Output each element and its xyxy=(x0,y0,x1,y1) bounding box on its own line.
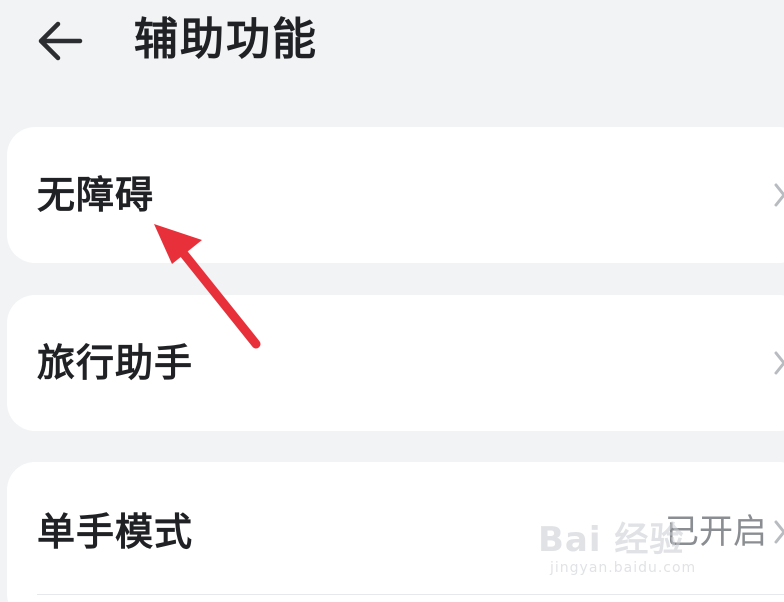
back-arrow-icon xyxy=(30,14,94,68)
status-value: 已开启 xyxy=(665,512,767,552)
settings-item-label: 旅行助手 xyxy=(37,341,194,385)
chevron-right-icon xyxy=(773,519,784,545)
chevron-right-icon xyxy=(773,350,784,376)
settings-item-travel-assistant[interactable]: 旅行助手 xyxy=(7,295,784,431)
settings-item-label: 无障碍 xyxy=(37,173,155,217)
settings-item-one-handed-mode[interactable]: 单手模式 已开启 xyxy=(7,462,784,602)
settings-item-label: 单手模式 xyxy=(37,510,194,554)
settings-item-accessibility[interactable]: 无障碍 xyxy=(7,127,784,263)
page-title: 辅助功能 xyxy=(134,14,318,65)
header-bar: 辅助功能 xyxy=(0,0,784,90)
back-button[interactable] xyxy=(30,14,94,68)
chevron-right-icon xyxy=(773,182,784,208)
divider xyxy=(37,594,784,595)
settings-screen: 辅助功能 无障碍 旅行助手 单手模式 已开启 Bai 经验 jingyan.ba… xyxy=(0,0,784,602)
